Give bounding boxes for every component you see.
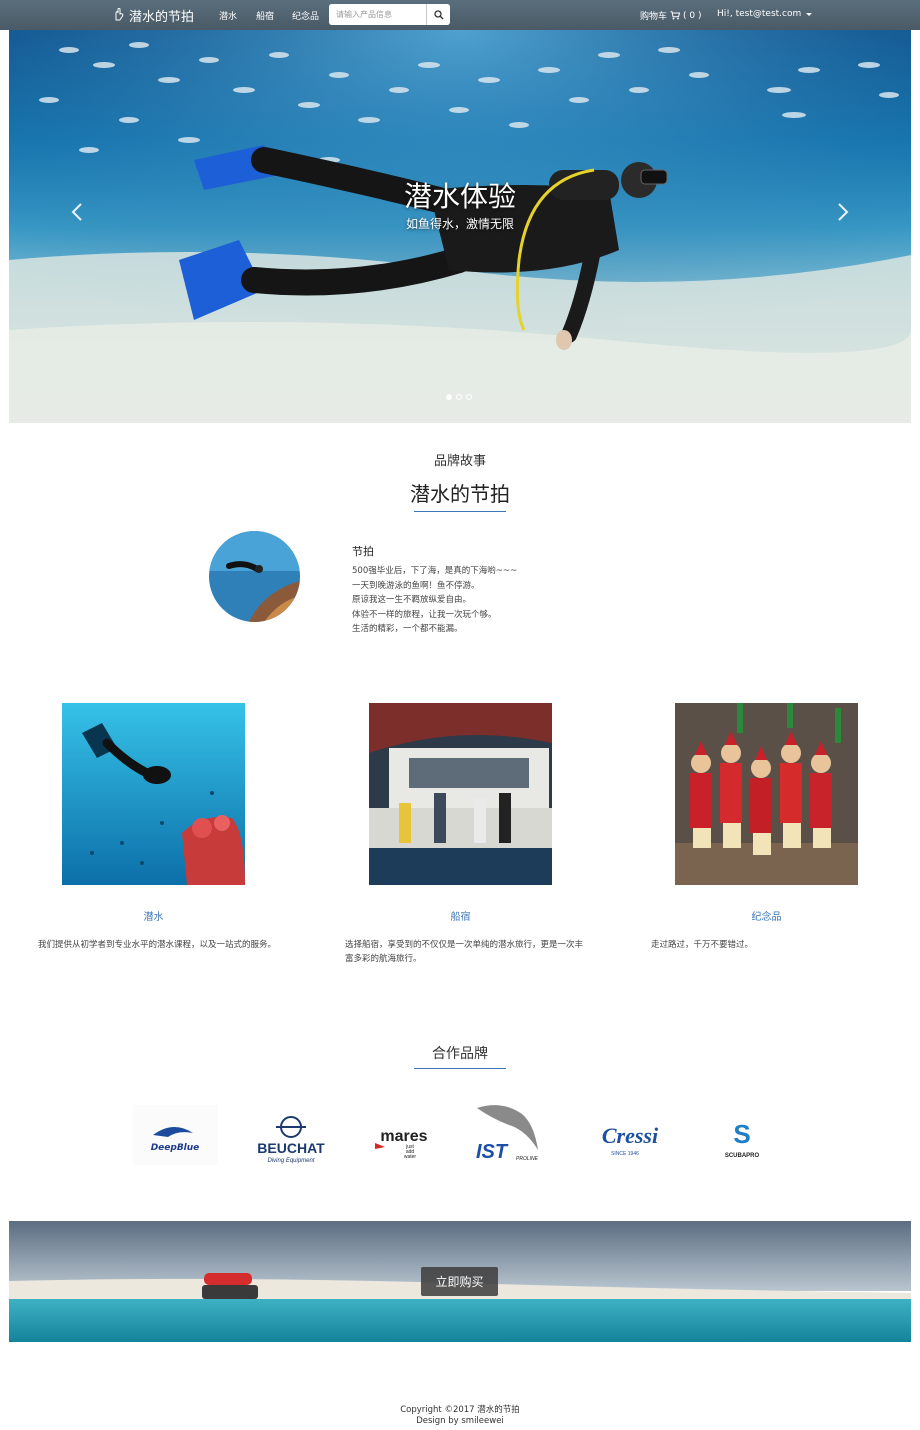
cart-count: ( 0 ) <box>683 10 702 21</box>
carousel-dot-1[interactable] <box>446 394 452 400</box>
brand-name: 潜水的节拍 <box>129 10 195 25</box>
feature-desc-diving: 我们提供从初学者到专业水平的潜水课程，以及一站式的服务。 <box>38 940 277 950</box>
navbar: 潜水的节拍 潜水 船宿 纪念品 购物车 ( 0 ) Hi!, test@test… <box>0 0 920 30</box>
carousel-title: 潜水体验 <box>403 180 516 213</box>
story-title-heading: 潜水的节拍 <box>410 482 510 506</box>
cart-icon <box>670 11 681 20</box>
carousel-indicators <box>446 394 472 400</box>
partner-name: IST <box>476 1141 509 1163</box>
partner-logo-beuchat[interactable]: BEUCHAT Diving Equipment <box>250 1100 332 1170</box>
user-greeting: Hi!, test@test.com <box>717 9 802 19</box>
partner-tagline: PROLINE <box>516 1156 539 1162</box>
story-line: 体验不一样的旅程，让我一次玩个够。 <box>352 609 497 620</box>
partner-tagline: Diving Equipment <box>267 1158 314 1164</box>
story-subtitle: 品牌故事 <box>433 454 486 469</box>
feature-title-liveaboard[interactable]: 船宿 <box>369 908 552 923</box>
search-input[interactable] <box>329 4 426 25</box>
partner-name: BEUCHAT <box>257 1140 325 1156</box>
partner-tagline: SINCE 1946 <box>611 1151 639 1157</box>
hero-carousel: 潜水体验 如鱼得水，激情无限 <box>9 30 911 423</box>
partner-logo-scubapro[interactable]: S SCUBAPRO <box>712 1100 772 1170</box>
title-underline <box>414 1068 506 1069</box>
search-form <box>329 4 450 25</box>
partner-name: DeepBlue <box>151 1143 200 1153</box>
partner-logo-mares[interactable]: mares just add water <box>365 1100 443 1170</box>
svg-text:S: S <box>733 1119 750 1149</box>
buy-now-button[interactable]: 立即购买 <box>421 1267 498 1296</box>
cart-label: 购物车 <box>640 12 668 22</box>
user-menu[interactable]: Hi!, test@test.com <box>717 9 813 19</box>
feature-title-souvenir[interactable]: 纪念品 <box>675 908 858 923</box>
chevron-right-icon <box>838 203 849 221</box>
story-avatar <box>209 531 300 622</box>
carousel-dot-2[interactable] <box>456 394 462 400</box>
partner-logo-ist[interactable]: IST PROLINE <box>472 1100 548 1170</box>
search-icon <box>433 9 443 19</box>
title-underline <box>414 511 506 512</box>
nav-link-liveaboard[interactable]: 船宿 <box>256 9 274 22</box>
partner-tagline-line: water <box>404 1154 417 1160</box>
partner-logo-cressi[interactable]: Cressi SINCE 1946 <box>585 1100 675 1170</box>
nav-link-souvenir[interactable]: 纪念品 <box>292 9 319 22</box>
feature-desc-souvenir: 走过路过，千万不要错过。 <box>651 940 754 950</box>
partner-logo-deepblue[interactable]: DeepBlue <box>133 1100 218 1170</box>
brand-link[interactable]: 潜水的节拍 <box>112 6 194 25</box>
feature-title-diving[interactable]: 潜水 <box>62 908 245 923</box>
partners-title: 合作品牌 <box>432 1046 488 1062</box>
story-line: 原谅我这一生不羁放纵爱自由。 <box>352 595 472 605</box>
footer-design: Design by smileewei <box>416 1416 504 1426</box>
chevron-left-icon <box>71 203 82 221</box>
story-line: 一天到晚游泳的鱼啊！鱼不停游。 <box>352 580 480 591</box>
partner-name: SCUBAPRO <box>725 1153 760 1159</box>
partner-logos: DeepBlue BEUCHAT Diving Equipment mares … <box>0 1100 920 1170</box>
story-heading: 节拍 <box>352 545 374 558</box>
search-button[interactable] <box>426 4 450 25</box>
carousel-prev-button[interactable] <box>71 202 83 228</box>
nav-link-diving[interactable]: 潜水 <box>219 9 237 22</box>
feature-image-diving[interactable] <box>62 703 245 885</box>
carousel-dot-3[interactable] <box>466 394 472 400</box>
feature-desc-liveaboard: 选择船宿，享受到的不仅仅是一次单纯的潜水旅行，更是一次丰富多彩的航海旅行。 <box>345 940 584 964</box>
footer-copyright: Copyright ©2017 潜水的节拍 <box>400 1405 520 1415</box>
partner-name: mares <box>380 1128 427 1145</box>
story-text: 500强毕业后，下了海，是真的下海哟~~~ 一天到晚游泳的鱼啊！鱼不停游。 原谅… <box>352 564 517 637</box>
feature-image-liveaboard[interactable] <box>369 703 552 885</box>
feature-image-souvenir[interactable] <box>675 703 858 885</box>
cart-link[interactable]: 购物车 ( 0 ) <box>640 9 702 23</box>
story-line: 500强毕业后，下了海，是真的下海哟~~~ <box>352 566 518 576</box>
carousel-subtitle: 如鱼得水，激情无限 <box>405 217 514 231</box>
hand-icon <box>112 7 124 24</box>
carousel-next-button[interactable] <box>837 202 849 228</box>
story-line: 生活的精彩，一个都不能漏。 <box>352 624 463 634</box>
chevron-down-icon <box>806 12 813 16</box>
partner-name: Cressi <box>602 1123 659 1148</box>
